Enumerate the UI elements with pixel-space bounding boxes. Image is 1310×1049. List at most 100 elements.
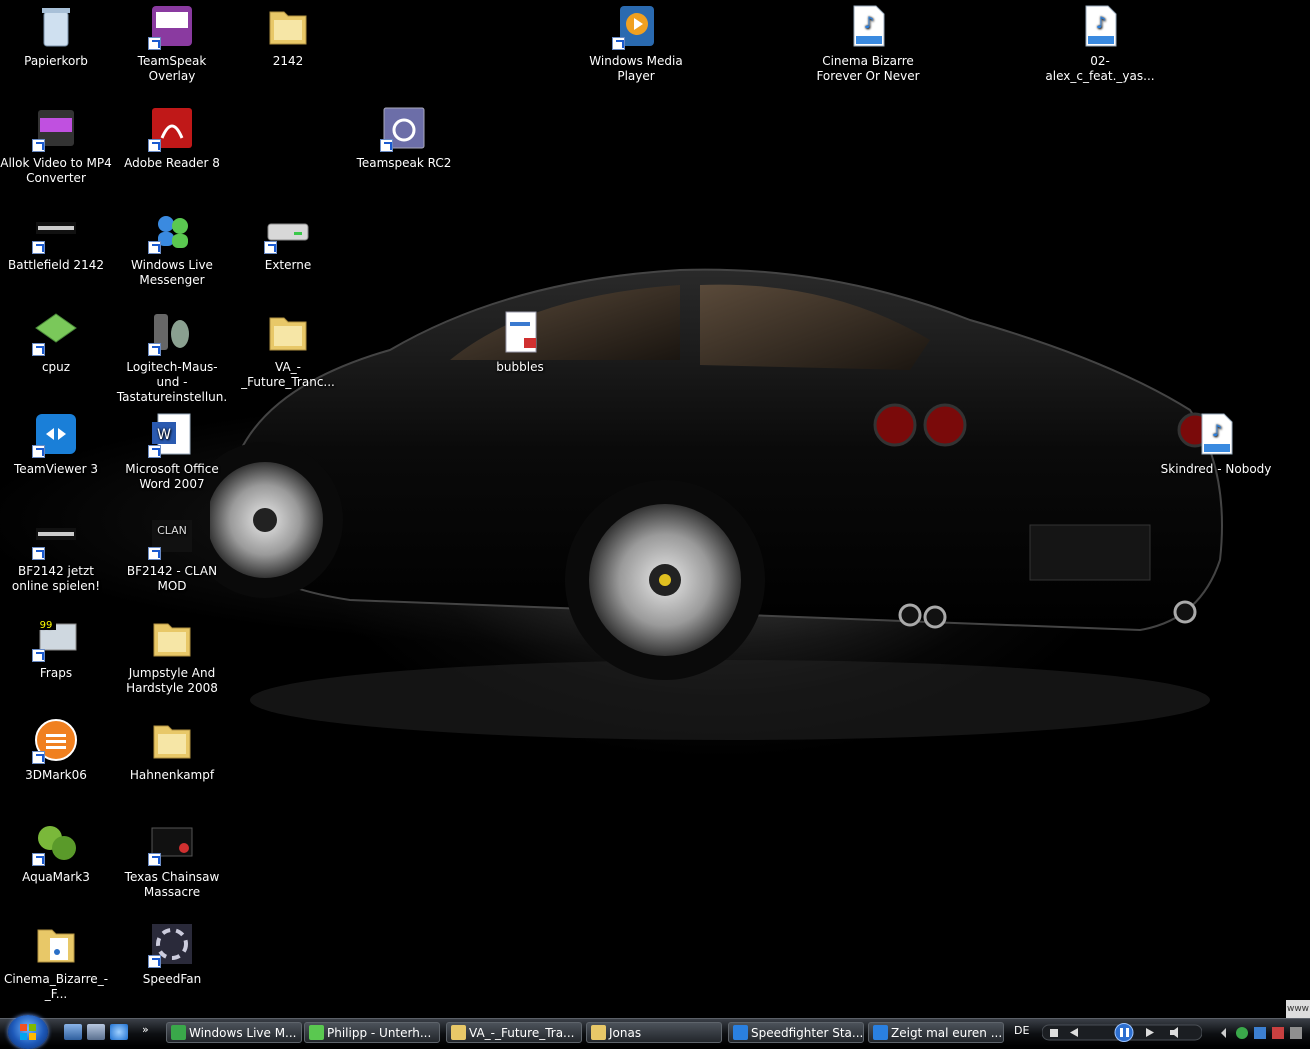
taskbar-button-label: Windows Live M... — [189, 1026, 297, 1040]
desktop-icon[interactable]: SpeedFan — [116, 920, 228, 987]
shortcut-arrow-icon — [32, 139, 45, 152]
desktop-icon-label: Adobe Reader 8 — [124, 156, 220, 170]
tray-expand-icon — [1221, 1028, 1226, 1038]
network-icon — [1254, 1027, 1266, 1039]
desktop-icon[interactable]: CLAN BF2142 - CLAN MOD — [116, 512, 228, 594]
shortcut-arrow-icon — [148, 37, 161, 50]
desktop-icon-label: TeamSpeak Overlay — [137, 54, 207, 83]
desktop-icon-label: Texas Chainsaw Massacre — [124, 870, 220, 899]
shortcut-arrow-icon — [32, 445, 45, 458]
desktop-icon-label: VA_-_Future_Tranc... — [241, 360, 335, 389]
ie-icon — [873, 1025, 888, 1040]
ie-icon[interactable] — [110, 1024, 128, 1040]
movie-icon — [148, 818, 196, 866]
desktop-icon[interactable]: AquaMark3 — [0, 818, 112, 885]
desktop-icon[interactable]: Logitech-Maus- und -Tastatureinstellun..… — [116, 308, 228, 420]
taskbar-button[interactable]: Zeigt mal euren ... — [868, 1022, 1004, 1043]
desktop-icon-label: TeamViewer 3 — [14, 462, 98, 476]
fraps-icon: 99 — [32, 614, 80, 662]
desktop-icon[interactable]: Battlefield 2142 — [0, 206, 112, 273]
svg-text:♪: ♪ — [864, 13, 874, 32]
messenger-tray-icon — [1236, 1027, 1248, 1039]
folder-icon — [591, 1025, 606, 1040]
system-tray[interactable] — [1218, 1023, 1310, 1043]
volume-tray-icon — [1290, 1027, 1302, 1039]
desktop-icon-label: cpuz — [41, 360, 71, 374]
teamspeak-icon — [380, 104, 428, 152]
desktop-icon-label: 3DMark06 — [25, 768, 87, 782]
teamviewer-icon — [32, 410, 80, 458]
language-indicator[interactable]: DE — [1014, 1024, 1029, 1037]
word-icon: W — [148, 410, 196, 458]
desktop-icon-label: AquaMark3 — [22, 870, 90, 884]
taskbar-button[interactable]: VA_-_Future_Tra... — [446, 1022, 582, 1043]
shortcut-arrow-icon — [32, 241, 45, 254]
desktop: Papierkorb TeamSpeak Overlay 2142 Windows M… — [0, 0, 1310, 1018]
taskbar-button-label: Jonas — [609, 1026, 642, 1040]
desktop-icon-label: Cinema_Bizarre_-_F... — [3, 972, 109, 1001]
desktop-icon[interactable]: bubbles — [464, 308, 576, 375]
desktop-icon[interactable]: Allok Video to MP4 Converter — [0, 104, 112, 186]
mp3-icon: ♪ — [844, 2, 892, 50]
taskbar-button[interactable]: Windows Live M... — [166, 1022, 302, 1043]
quicklaunch-chevron[interactable]: » — [142, 1023, 149, 1036]
taskbar-button[interactable]: Philipp - Unterh... — [304, 1022, 440, 1043]
desktop-icon[interactable]: 99 Fraps — [0, 614, 112, 681]
desktop-icon[interactable]: Teamspeak RC2 — [348, 104, 460, 171]
desktop-icon[interactable]: cpuz — [0, 308, 112, 375]
desktop-icon[interactable]: TeamSpeak Overlay — [116, 2, 228, 84]
svg-text:99: 99 — [40, 620, 53, 631]
desktop-icon[interactable]: 3DMark06 — [0, 716, 112, 783]
desktop-icon-label: Fraps — [39, 666, 73, 680]
desktop-icon[interactable]: ♪ Cinema Bizarre Forever Or Never — [812, 2, 924, 84]
drive-icon — [264, 206, 312, 254]
desktop-icon[interactable]: Externe — [232, 206, 344, 273]
taskbar-button[interactable]: Speedfighter Sta... — [728, 1022, 864, 1043]
desktop-icon[interactable]: ♪ Skindred - Nobody — [1160, 410, 1272, 477]
shortcut-arrow-icon — [612, 37, 625, 50]
watermark-tag: www — [1286, 1000, 1310, 1018]
desktop-icon-label: Allok Video to MP4 Converter — [0, 156, 112, 185]
desktop-icon[interactable]: Texas Chainsaw Massacre — [116, 818, 228, 900]
taskbar-button-label: Philipp - Unterh... — [327, 1026, 432, 1040]
desktop-icon[interactable]: VA_-_Future_Tranc... — [232, 308, 344, 390]
windows-flag-icon — [20, 1024, 36, 1040]
desktop-icon[interactable]: Jumpstyle And Hardstyle 2008 — [116, 614, 228, 696]
show-desktop-icon[interactable] — [64, 1024, 82, 1040]
desktop-icon-label: Teamspeak RC2 — [356, 156, 452, 170]
shortcut-arrow-icon — [148, 343, 161, 356]
taskbar-button-label: Zeigt mal euren ... — [891, 1026, 1003, 1040]
clan-icon: CLAN — [148, 512, 196, 560]
desktop-icon[interactable]: Windows Live Messenger — [116, 206, 228, 288]
document-icon — [496, 308, 544, 356]
desktop-icon[interactable]: ♪ 02-alex_c_feat._yas... — [1044, 2, 1156, 84]
desktop-icon[interactable]: Windows Media Player — [580, 2, 692, 84]
svg-text:CLAN: CLAN — [157, 524, 187, 537]
shortcut-arrow-icon — [32, 547, 45, 560]
desktop-icon-label: Microsoft Office Word 2007 — [125, 462, 219, 491]
aquamark-icon — [32, 818, 80, 866]
messenger-icon — [148, 206, 196, 254]
adobe-reader-icon — [148, 104, 196, 152]
desktop-icon[interactable]: Adobe Reader 8 — [116, 104, 228, 171]
desktop-icon[interactable]: Cinema_Bizarre_-_F... — [0, 920, 112, 1002]
messenger-icon — [171, 1025, 186, 1040]
folder-icon — [264, 308, 312, 356]
start-button[interactable] — [8, 1015, 48, 1049]
shortcut-arrow-icon — [148, 445, 161, 458]
desktop-icon-label: Externe — [264, 258, 312, 272]
desktop-icon[interactable]: BF2142 jetzt online spielen! — [0, 512, 112, 594]
desktop-icon[interactable]: W Microsoft Office Word 2007 — [116, 410, 228, 492]
desktop-icon-label: bubbles — [496, 360, 544, 374]
desktop-icon[interactable]: TeamViewer 3 — [0, 410, 112, 477]
desktop-icon[interactable]: 2142 — [232, 2, 344, 69]
svg-text:W: W — [157, 427, 171, 443]
taskbar-button[interactable]: Jonas — [586, 1022, 722, 1043]
switch-windows-icon[interactable] — [87, 1024, 105, 1040]
desktop-icon-label: Skindred - Nobody — [1160, 462, 1272, 476]
desktop-icon[interactable]: Papierkorb — [0, 2, 112, 69]
media-player-icon — [612, 2, 660, 50]
shortcut-arrow-icon — [148, 955, 161, 968]
desktop-icon[interactable]: Hahnenkampf — [116, 716, 228, 783]
media-player-controls[interactable] — [1042, 1022, 1202, 1043]
